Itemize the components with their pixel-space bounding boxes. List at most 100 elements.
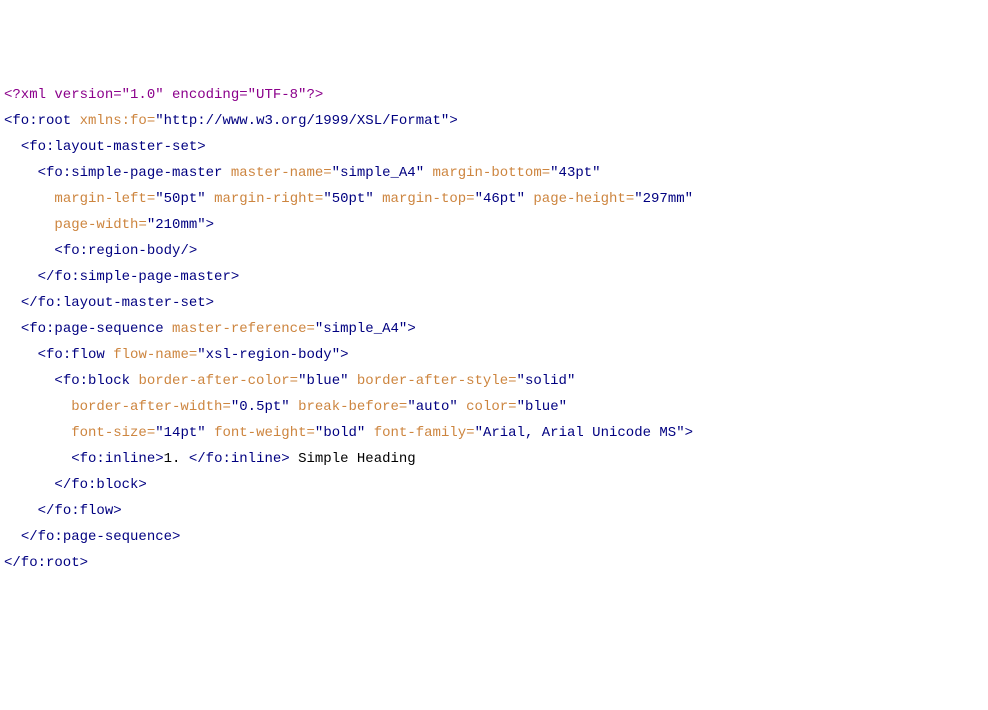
xml-code-block: <?xml version="1.0" encoding="UTF-8"?> <f… [4, 82, 984, 576]
token-attr-val: 50pt [332, 191, 366, 207]
token-text: 1. [164, 451, 189, 467]
token-eq: = [542, 165, 550, 181]
token-attr-name: font-weight [214, 425, 306, 441]
token-quote: " [685, 191, 693, 207]
token-quote: " [197, 347, 205, 363]
indent [4, 139, 21, 155]
token-attr-name: font-family [374, 425, 466, 441]
token-eq: = [138, 217, 146, 233]
token-quote: " [365, 191, 382, 207]
token-attr-val: auto [416, 399, 450, 415]
token-quote: " [550, 165, 558, 181]
token-eq: = [290, 373, 298, 389]
indent [4, 269, 38, 285]
indent [4, 347, 38, 363]
token-xml-decl: <?xml version="1.0" encoding="UTF-8"?> [4, 87, 323, 103]
token-quote: " [147, 217, 155, 233]
token-attr-name: font-size [71, 425, 147, 441]
code-line: </fo:flow> [4, 498, 984, 524]
token-attr-name: color [466, 399, 508, 415]
code-line: <fo:page-sequence master-reference="simp… [4, 316, 984, 342]
token-quote: " [407, 399, 415, 415]
token-attr-name: margin-bottom [433, 165, 542, 181]
token-quote: " [517, 191, 534, 207]
code-line: border-after-width="0.5pt" break-before=… [4, 394, 984, 420]
token-tag: </fo:block> [54, 477, 146, 493]
token-quote: " [155, 113, 163, 129]
token-tag: > [685, 425, 693, 441]
token-tag: </fo:root> [4, 555, 88, 571]
token-quote: " [155, 191, 163, 207]
token-attr-val: 297mm [643, 191, 685, 207]
code-line: </fo:root> [4, 550, 984, 576]
token-tag: <fo:layout-master-set> [21, 139, 206, 155]
token-attr-val: blue [525, 399, 559, 415]
token-quote: " [559, 399, 567, 415]
token-tag: </fo:flow> [38, 503, 122, 519]
token-quote: " [332, 165, 340, 181]
token-quote: " [332, 347, 340, 363]
token-tag: <fo:region-body/> [54, 243, 197, 259]
token-eq: = [306, 321, 314, 337]
code-line: </fo:block> [4, 472, 984, 498]
indent [4, 191, 54, 207]
token-attr-name: xmlns:fo [80, 113, 147, 129]
indent [4, 295, 21, 311]
token-quote: " [155, 425, 163, 441]
token-eq: = [626, 191, 634, 207]
token-eq: = [466, 425, 474, 441]
token-text: Simple Heading [290, 451, 416, 467]
indent [4, 165, 38, 181]
token-attr-name: margin-top [382, 191, 466, 207]
token-eq: = [147, 425, 155, 441]
token-attr-val: xsl-region-body [206, 347, 332, 363]
token-quote: " [340, 373, 357, 389]
token-tag: </fo:page-sequence> [21, 529, 181, 545]
token-tag: > [206, 217, 214, 233]
indent [4, 373, 54, 389]
indent [4, 451, 71, 467]
token-quote: " [197, 425, 214, 441]
token-tag: <fo:inline> [71, 451, 163, 467]
token-quote: " [281, 399, 298, 415]
token-attr-val: Arial, Arial Unicode MS [483, 425, 676, 441]
token-attr-val: blue [306, 373, 340, 389]
code-line: margin-left="50pt" margin-right="50pt" m… [4, 186, 984, 212]
token-eq: = [189, 347, 197, 363]
token-attr-name: border-after-color [138, 373, 289, 389]
token-eq: = [222, 399, 230, 415]
token-tag: </fo:inline> [189, 451, 290, 467]
token-attr-name: break-before [298, 399, 399, 415]
token-quote: " [567, 373, 575, 389]
token-attr-val: 14pt [164, 425, 198, 441]
token-quote: " [197, 217, 205, 233]
token-quote: " [449, 399, 466, 415]
token-attr-name: page-width [54, 217, 138, 233]
token-quote: " [357, 425, 374, 441]
token-eq: = [147, 191, 155, 207]
code-line: <?xml version="1.0" encoding="UTF-8"?> [4, 82, 984, 108]
token-attr-val: simple_A4 [323, 321, 399, 337]
code-line: font-size="14pt" font-weight="bold" font… [4, 420, 984, 446]
token-attr-name: master-name [231, 165, 323, 181]
token-eq: = [508, 399, 516, 415]
token-attr-name: border-after-width [71, 399, 222, 415]
token-attr-name: master-reference [172, 321, 306, 337]
token-attr-val: 210mm [155, 217, 197, 233]
token-attr-val: 43pt [559, 165, 593, 181]
code-line: <fo:block border-after-color="blue" bord… [4, 368, 984, 394]
code-line: <fo:layout-master-set> [4, 134, 984, 160]
token-tag: </fo:layout-master-set> [21, 295, 214, 311]
code-line: </fo:simple-page-master> [4, 264, 984, 290]
code-line: <fo:simple-page-master master-name="simp… [4, 160, 984, 186]
token-quote: " [517, 373, 525, 389]
token-eq: = [508, 373, 516, 389]
token-attr-val: http://www.w3.org/1999/XSL/Format [164, 113, 441, 129]
token-attr-val: bold [323, 425, 357, 441]
token-tag: > [340, 347, 348, 363]
token-eq: = [307, 425, 315, 441]
token-quote: " [634, 191, 642, 207]
code-line: <fo:region-body/> [4, 238, 984, 264]
token-quote: " [592, 165, 600, 181]
indent [4, 217, 54, 233]
